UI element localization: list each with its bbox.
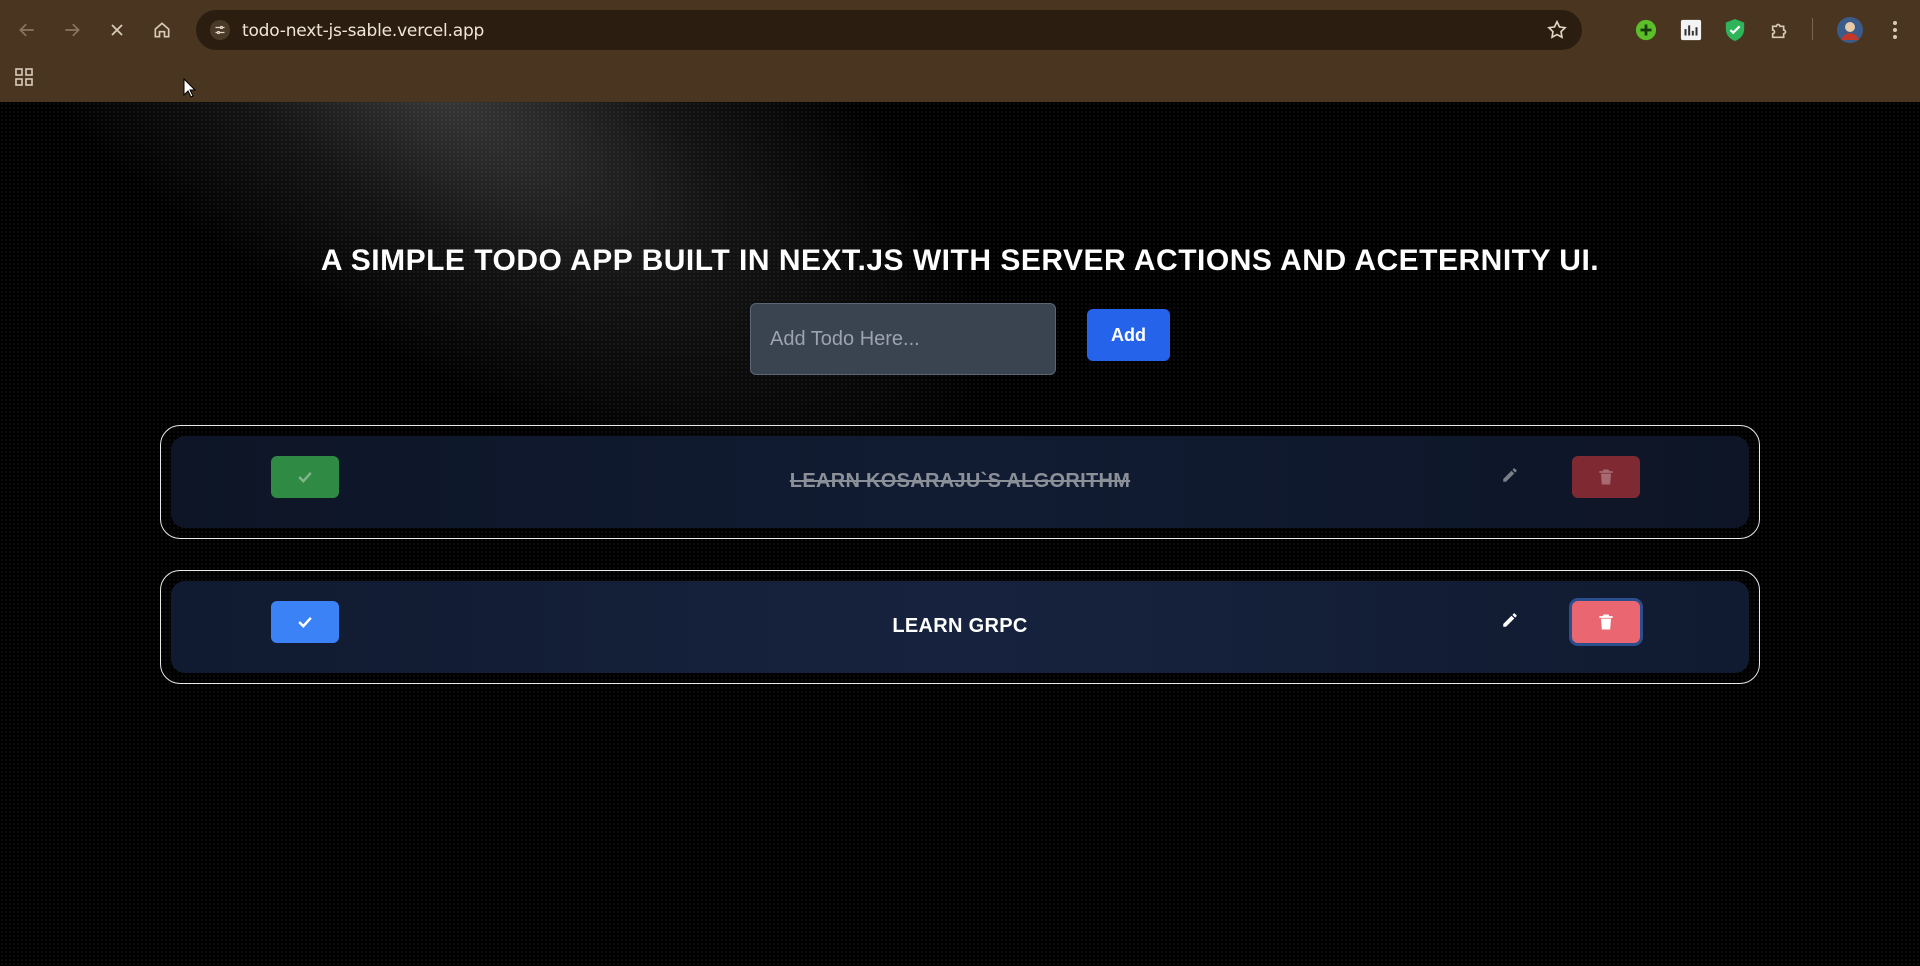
stop-button[interactable] [100,13,134,47]
arrow-right-icon [65,23,80,37]
home-icon [154,22,170,38]
delete-todo-button[interactable] [1572,456,1640,498]
puzzle-extensions-icon[interactable] [1768,18,1792,42]
star-icon[interactable] [1546,19,1568,41]
todo-card: LEARN GRPC [171,581,1749,673]
address-bar[interactable]: todo-next-js-sable.vercel.app [196,10,1582,50]
todo-item: LEARN KOSARAJU`S ALGORITHM [160,425,1760,539]
arrow-left-icon [19,23,34,37]
trash-icon [1599,614,1613,630]
url-text[interactable]: todo-next-js-sable.vercel.app [242,21,484,41]
plus-extension-icon[interactable] [1634,18,1658,42]
todo-input[interactable] [750,303,1056,375]
close-icon [111,24,123,36]
shield-extension-icon[interactable] [1723,18,1747,42]
mouse-cursor-icon [183,78,197,98]
apps-grid-icon[interactable] [14,67,34,87]
trash-icon [1599,469,1613,485]
pencil-icon[interactable] [1501,611,1519,629]
tune-icon[interactable] [210,20,230,40]
avatar[interactable] [1836,16,1864,44]
browser-chrome: todo-next-js-sable.vercel.app [0,0,1920,102]
browser-toolbar: todo-next-js-sable.vercel.app [0,0,1920,60]
todo-page: A SIMPLE TODO APP BUILT IN NEXT.JS WITH … [0,102,1920,966]
chart-extension-icon[interactable] [1679,18,1703,42]
bookmarks-bar [0,60,1920,102]
forward-button[interactable] [55,13,89,47]
more-vertical-icon[interactable] [1883,18,1907,42]
add-todo-button[interactable]: Add [1087,309,1170,361]
page-title: A SIMPLE TODO APP BUILT IN NEXT.JS WITH … [320,244,1600,277]
home-button[interactable] [145,13,179,47]
back-button[interactable] [10,13,44,47]
todo-item: LEARN GRPC [160,570,1760,684]
todo-card: LEARN KOSARAJU`S ALGORITHM [171,436,1749,528]
toolbar-divider [1812,18,1813,40]
delete-todo-button[interactable] [1572,601,1640,643]
pencil-icon[interactable] [1501,466,1519,484]
